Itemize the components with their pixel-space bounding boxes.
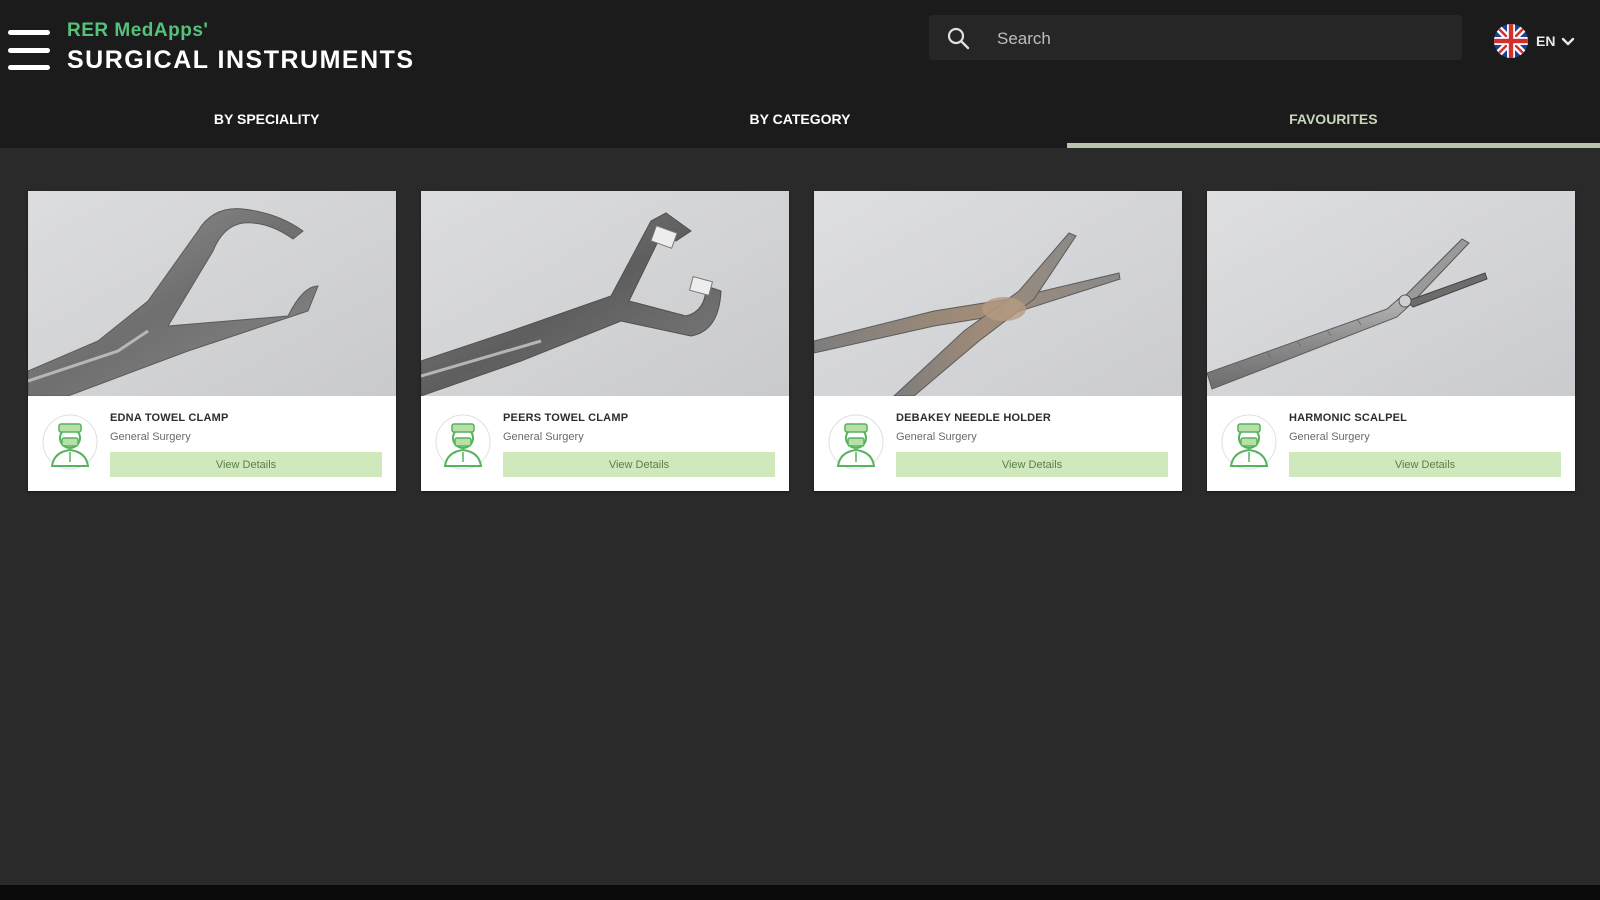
instrument-photo: [1207, 191, 1575, 396]
doctor-avatar-icon: [1221, 414, 1277, 470]
app-brand: RER MedApps' SURGICAL INSTRUMENTS: [67, 20, 415, 75]
instrument-card[interactable]: HARMONIC SCALPEL General Surgery View De…: [1207, 191, 1575, 491]
top-app-bar: RER MedApps' SURGICAL INSTRUMENTS Search…: [0, 0, 1600, 148]
instrument-category: General Surgery: [503, 431, 584, 443]
card-body: PEERS TOWEL CLAMP General Surgery View D…: [421, 396, 789, 491]
brand-subtitle: RER MedApps': [67, 20, 209, 41]
card-body: DEBAKEY NEEDLE HOLDER General Surgery Vi…: [814, 396, 1182, 491]
uk-flag-icon: [1494, 24, 1528, 58]
tab-by-speciality[interactable]: BY SPECIALITY: [0, 90, 533, 148]
search-icon[interactable]: [946, 26, 970, 50]
doctor-avatar-icon: [435, 414, 491, 470]
search-input[interactable]: [995, 15, 1439, 62]
doctor-avatar-icon: [42, 414, 98, 470]
instrument-category: General Surgery: [110, 431, 191, 443]
instrument-category: General Surgery: [1289, 431, 1370, 443]
language-code: EN: [1536, 33, 1556, 49]
system-bottom-bar: [0, 885, 1600, 900]
instrument-name: HARMONIC SCALPEL: [1289, 412, 1408, 424]
tab-by-category[interactable]: BY CATEGORY: [533, 90, 1066, 148]
instrument-category: General Surgery: [896, 431, 977, 443]
instrument-name: EDNA TOWEL CLAMP: [110, 412, 229, 424]
tab-favourites[interactable]: FAVOURITES: [1066, 90, 1600, 148]
chevron-down-icon: [1562, 37, 1575, 46]
instrument-card[interactable]: DEBAKEY NEEDLE HOLDER General Surgery Vi…: [814, 191, 1182, 491]
hamburger-menu-icon[interactable]: [8, 30, 50, 70]
view-details-button[interactable]: View Details: [110, 452, 382, 477]
instrument-photo: [814, 191, 1182, 396]
app-title: SURGICAL INSTRUMENTS: [67, 46, 415, 74]
instrument-card[interactable]: PEERS TOWEL CLAMP General Surgery View D…: [421, 191, 789, 491]
instrument-photo: [421, 191, 789, 396]
view-details-button[interactable]: View Details: [503, 452, 775, 477]
view-details-button[interactable]: View Details: [896, 452, 1168, 477]
language-selector[interactable]: EN: [1494, 24, 1575, 58]
instrument-name: PEERS TOWEL CLAMP: [503, 412, 629, 424]
instrument-card[interactable]: EDNA TOWEL CLAMP General Surgery View De…: [28, 191, 396, 491]
main-tabs: BY SPECIALITY BY CATEGORY FAVOURITES: [0, 90, 1600, 148]
doctor-avatar-icon: [828, 414, 884, 470]
card-body: HARMONIC SCALPEL General Surgery View De…: [1207, 396, 1575, 491]
card-body: EDNA TOWEL CLAMP General Surgery View De…: [28, 396, 396, 491]
search-bar[interactable]: [929, 15, 1462, 62]
instrument-name: DEBAKEY NEEDLE HOLDER: [896, 412, 1051, 424]
view-details-button[interactable]: View Details: [1289, 452, 1561, 477]
favourites-grid: EDNA TOWEL CLAMP General Surgery View De…: [28, 191, 1575, 491]
app-window: RER MedApps' SURGICAL INSTRUMENTS Search…: [0, 0, 1600, 900]
instrument-photo: [28, 191, 396, 396]
